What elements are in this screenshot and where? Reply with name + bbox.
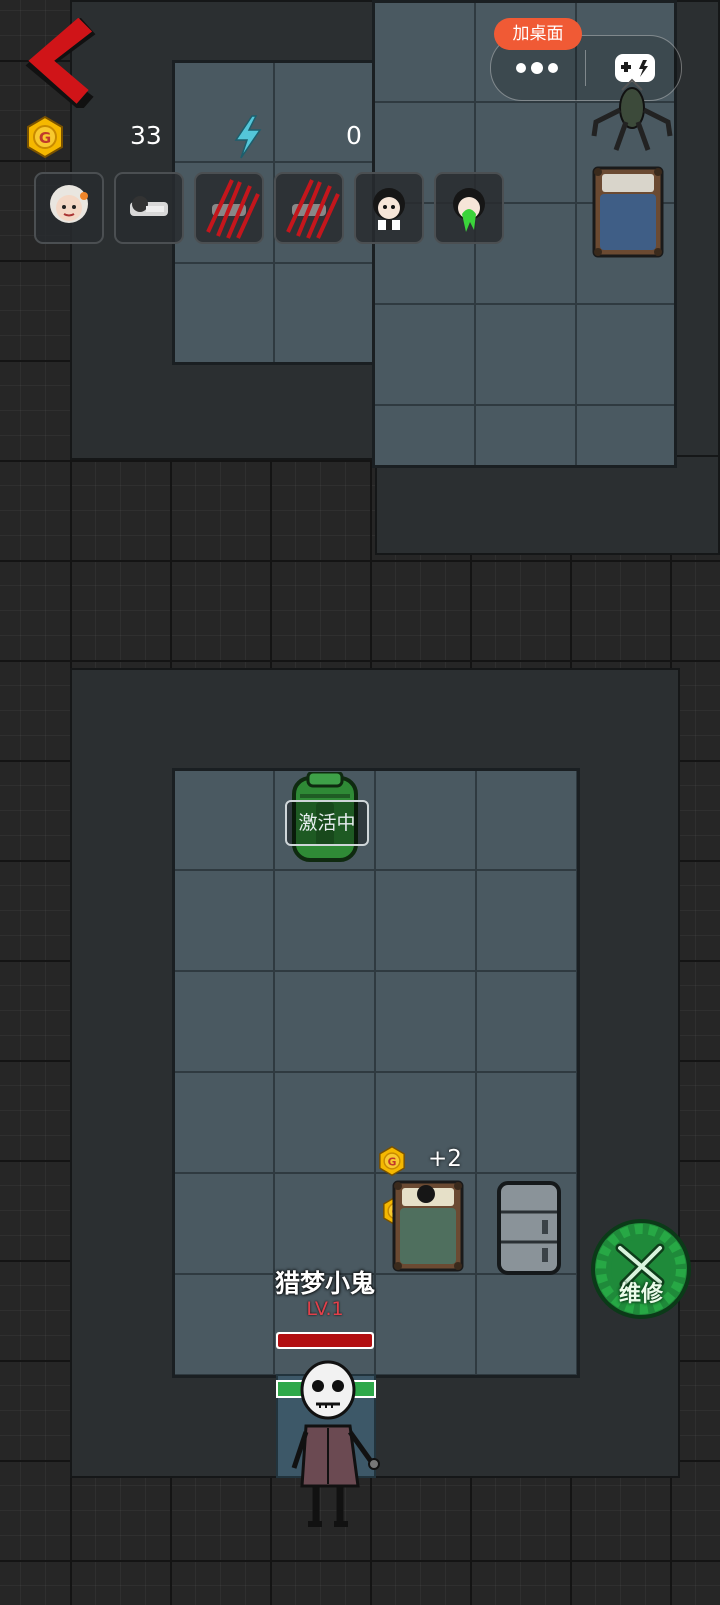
- red-back-chevron-icon: [25, 17, 96, 112]
- character-slot-5[interactable]: [354, 172, 424, 244]
- upper-room-wall-lower: [375, 455, 720, 555]
- enemy-name: 猎梦小鬼: [274, 1269, 375, 1298]
- gold-coin-icon: G: [379, 1146, 405, 1176]
- generator-status-label: 激活中: [285, 800, 369, 846]
- svg-text:G: G: [39, 129, 51, 147]
- ghost-hunter-icon: [291, 1360, 380, 1527]
- repair-button-label: 维修: [618, 1282, 663, 1307]
- add-to-desktop-button[interactable]: 加桌面: [494, 18, 582, 50]
- character-slot-1[interactable]: [34, 172, 104, 244]
- gold-coin-icon: G: [27, 116, 63, 158]
- lightning-icon: [234, 115, 262, 159]
- svg-text:G: G: [388, 1155, 397, 1168]
- sleeping-character-icon: [130, 196, 168, 216]
- enemy-hp-bar: [276, 1332, 374, 1349]
- character-slot-6[interactable]: [434, 172, 504, 244]
- game-stage: 加桌面 G 33 0 激活中 G +2 猎梦小鬼 LV.1 维修: [0, 0, 720, 1605]
- character-slot-3[interactable]: [194, 172, 264, 244]
- scratched-character-icon: [286, 179, 340, 239]
- scratched-character-icon: [206, 179, 260, 239]
- back-button[interactable]: [22, 17, 102, 112]
- repair-button[interactable]: 维修: [590, 1218, 692, 1320]
- fridge-icon[interactable]: [496, 1180, 562, 1276]
- coin-count: 33: [130, 121, 162, 150]
- energy-count: 0: [346, 121, 362, 150]
- coin-gain-text: +2: [428, 1146, 462, 1172]
- enemy-level: LV.1: [306, 1298, 344, 1320]
- infected-character-icon: [453, 188, 485, 232]
- girl-portrait-icon: [373, 188, 405, 230]
- character-slot-2[interactable]: [114, 172, 184, 244]
- old-woman-portrait-icon: [50, 185, 88, 223]
- bed-icon[interactable]: [590, 164, 666, 262]
- spider-turret-icon: [591, 78, 673, 151]
- enemy-hp-fill: [278, 1334, 372, 1347]
- character-slot-4[interactable]: [274, 172, 344, 244]
- occupied-bed-icon[interactable]: [390, 1178, 466, 1276]
